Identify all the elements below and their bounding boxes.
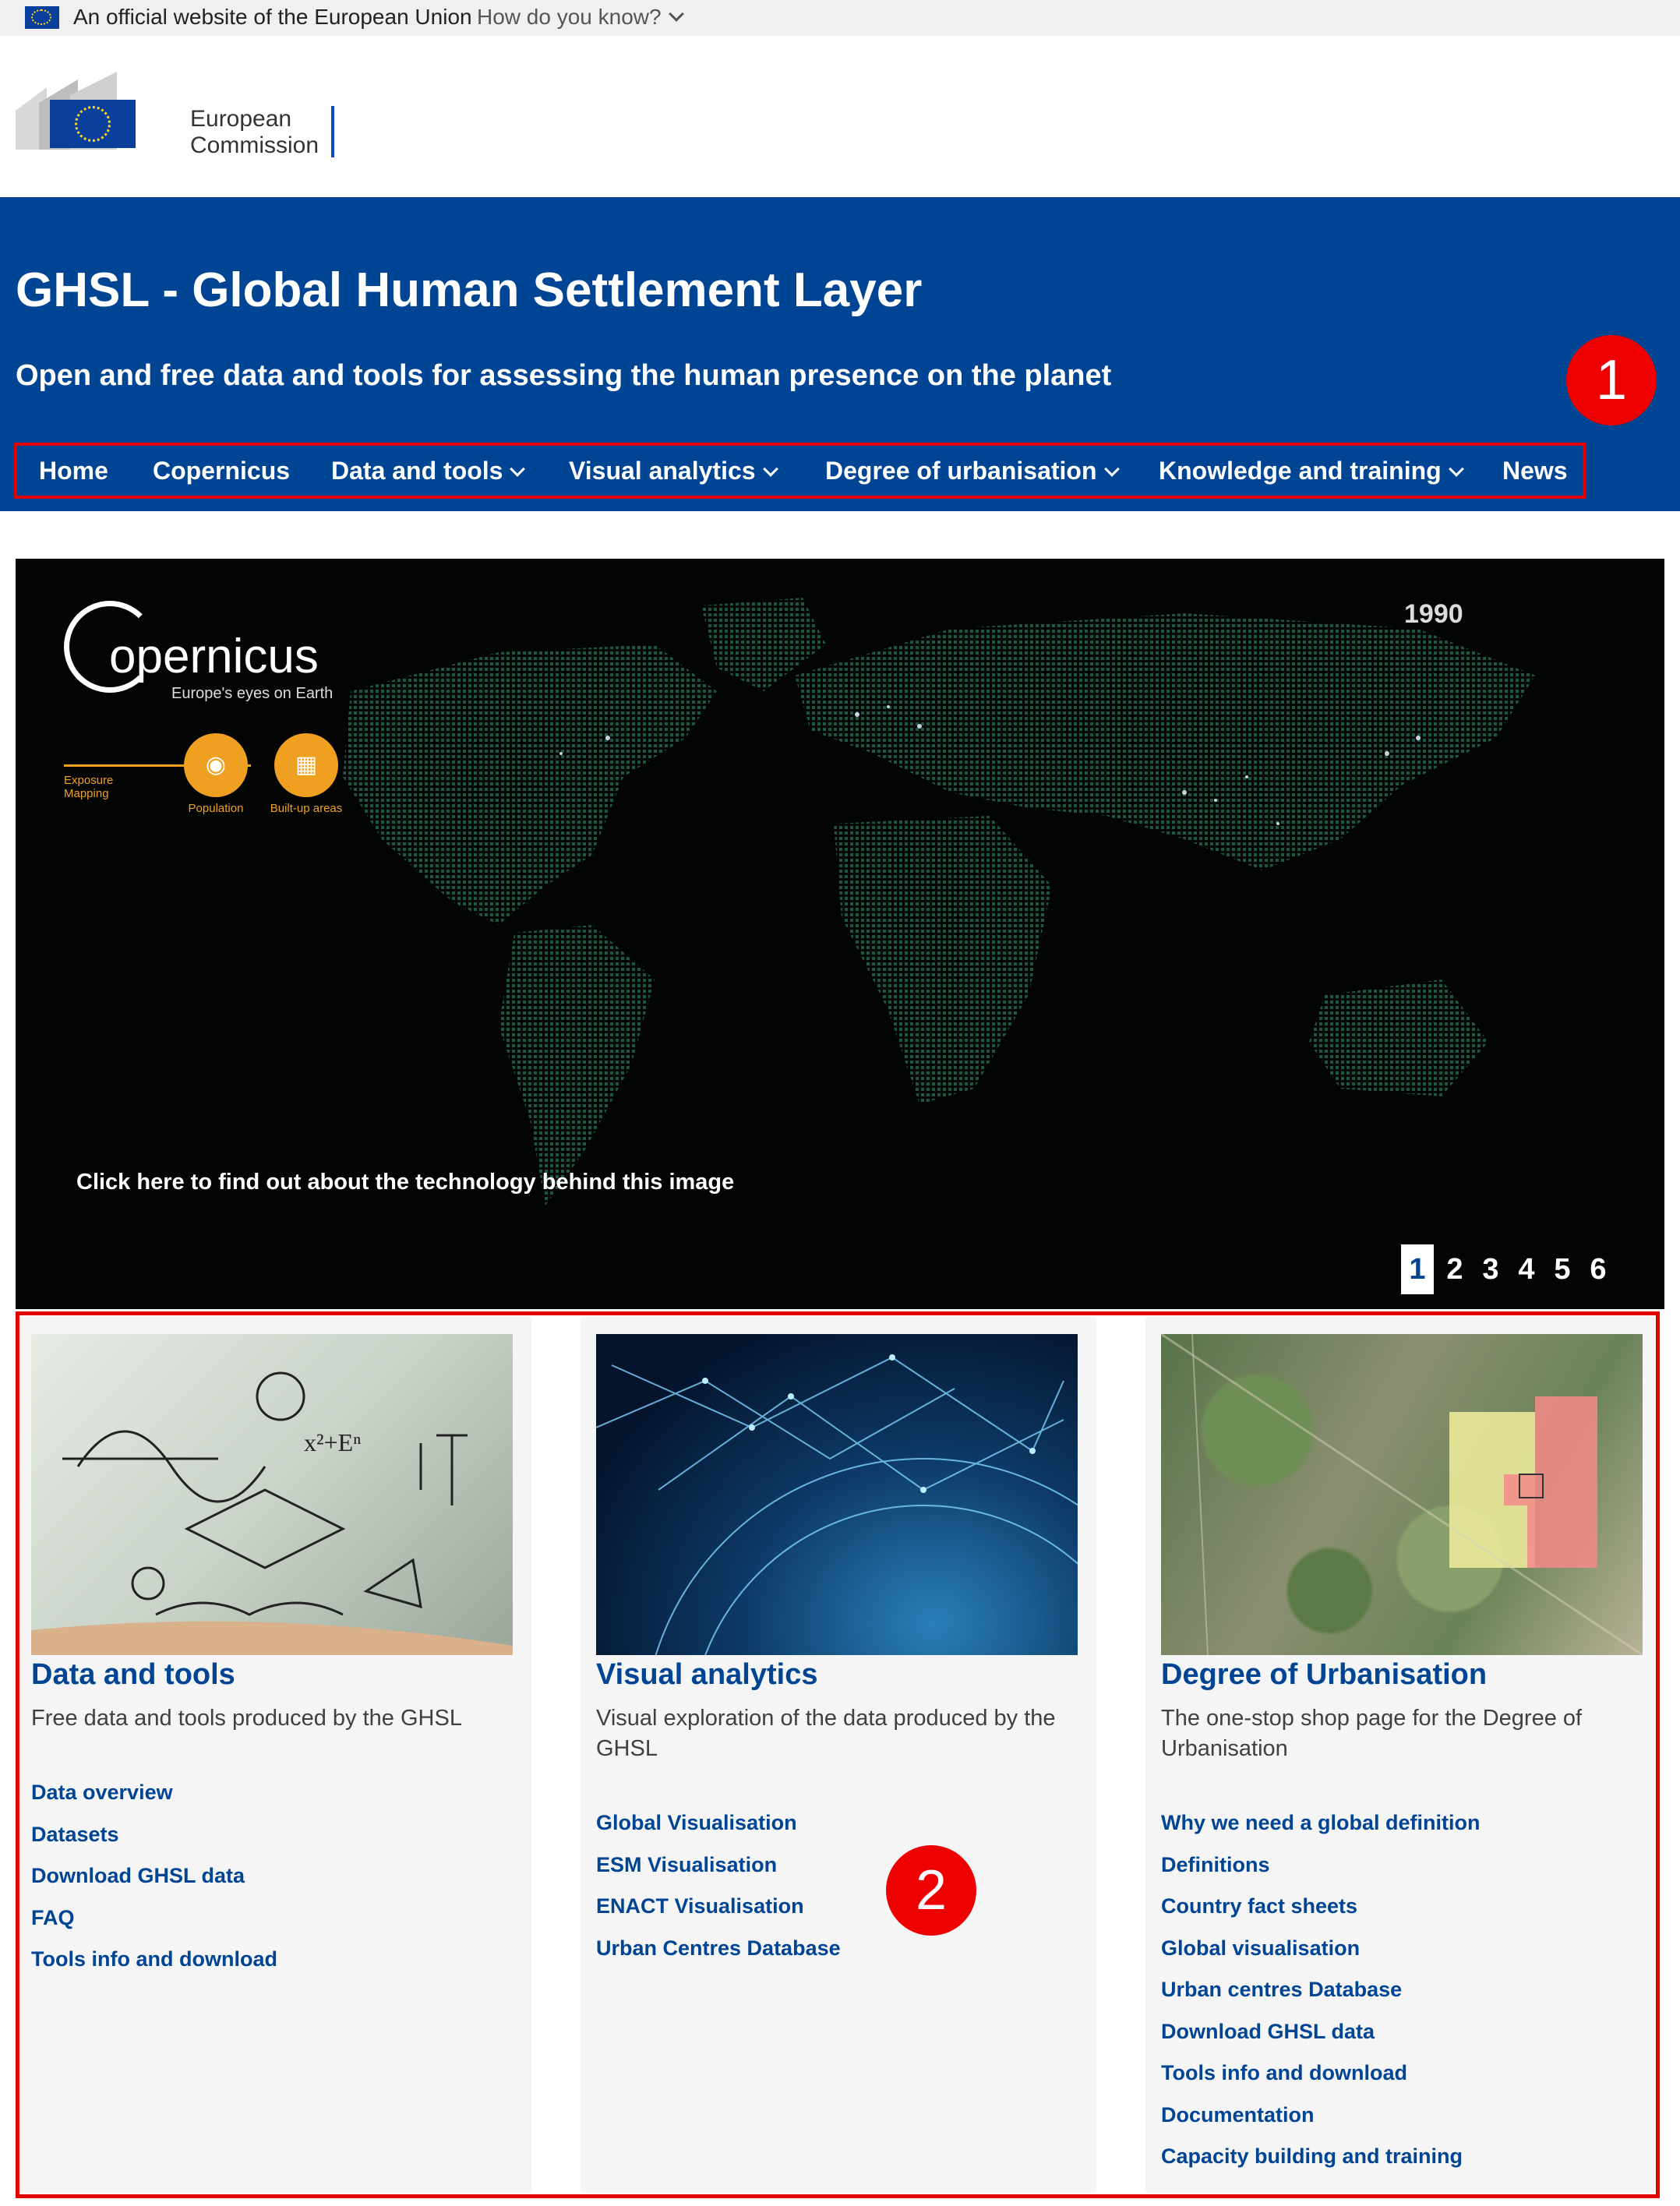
- copernicus-logo: opernicus Europe's eyes on Earth: [64, 601, 360, 702]
- how-do-you-know-link[interactable]: How do you know?: [477, 5, 684, 30]
- slide-page-1[interactable]: 1: [1401, 1244, 1434, 1294]
- hero-slider[interactable]: opernicus Europe's eyes on Earth Exposur…: [16, 559, 1664, 1309]
- nav-copernicus[interactable]: Copernicus: [153, 457, 290, 485]
- chevron-down-icon: [668, 6, 684, 22]
- main-navigation: Home Copernicus Data and tools Visual an…: [14, 443, 1586, 499]
- nav-news[interactable]: News: [1502, 457, 1568, 485]
- eu-flag-icon: [50, 100, 136, 148]
- built-up-areas-icon: ▦: [274, 733, 338, 797]
- slide-year: 1990: [1404, 599, 1463, 629]
- exposure-mapping-graphic: Exposure Mapping ◉ Population ▦ Built-up…: [64, 729, 360, 845]
- slide-page-3[interactable]: 3: [1474, 1244, 1507, 1294]
- nav-data-and-tools[interactable]: Data and tools: [331, 457, 526, 485]
- european-commission-logo[interactable]: European Commission: [16, 72, 343, 165]
- slide-page-6[interactable]: 6: [1582, 1244, 1615, 1294]
- chevron-down-icon: [510, 461, 526, 477]
- site-header: GHSL - Global Human Settlement Layer Ope…: [0, 197, 1680, 511]
- technology-link[interactable]: Click here to find out about the technol…: [76, 1170, 734, 1195]
- site-title[interactable]: GHSL - Global Human Settlement Layer: [16, 263, 922, 318]
- slide-page-4[interactable]: 4: [1510, 1244, 1543, 1294]
- nav-home[interactable]: Home: [39, 457, 108, 485]
- nav-degree-of-urbanisation[interactable]: Degree of urbanisation: [825, 457, 1120, 485]
- eu-flag-icon: [25, 6, 59, 29]
- annotation-highlight-box: [16, 1311, 1660, 2198]
- official-site-text: An official website of the European Unio…: [73, 5, 472, 29]
- logo-text: European Commission: [190, 106, 319, 158]
- logo-divider: [331, 106, 334, 157]
- chevron-down-icon: [762, 461, 778, 477]
- annotation-marker-1: 1: [1566, 335, 1657, 425]
- slide-page-2[interactable]: 2: [1438, 1244, 1471, 1294]
- slide-page-5[interactable]: 5: [1546, 1244, 1579, 1294]
- population-icon: ◉: [184, 733, 248, 797]
- official-eu-bar: An official website of the European Unio…: [0, 0, 1680, 36]
- site-subtitle: Open and free data and tools for assessi…: [16, 359, 1112, 392]
- chevron-down-icon: [1448, 461, 1464, 477]
- nav-visual-analytics[interactable]: Visual analytics: [569, 457, 778, 485]
- nav-knowledge-and-training[interactable]: Knowledge and training: [1159, 457, 1464, 485]
- annotation-marker-2: 2: [886, 1845, 976, 1936]
- chevron-down-icon: [1103, 461, 1120, 477]
